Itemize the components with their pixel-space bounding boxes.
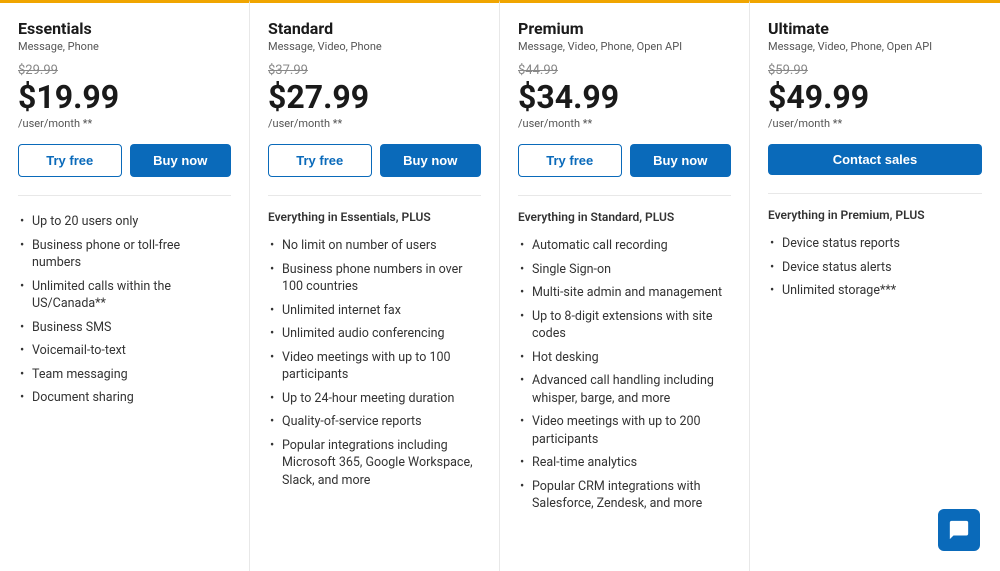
feature-list-ultimate: Device status reportsDevice status alert…: [768, 232, 982, 303]
list-item: Quality-of-service reports: [268, 410, 481, 434]
plan-name-standard: Standard: [268, 19, 481, 38]
button-row-essentials: Try freeBuy now: [18, 144, 231, 177]
plan-name-essentials: Essentials: [18, 19, 231, 38]
plan-tagline-premium: Message, Video, Phone, Open API: [518, 40, 731, 53]
plan-col-premium: Premium Message, Video, Phone, Open API $4…: [500, 0, 750, 571]
chat-widget[interactable]: [938, 509, 980, 551]
list-item: No limit on number of users: [268, 234, 481, 258]
try-free-button-essentials[interactable]: Try free: [18, 144, 122, 177]
list-item: Business phone numbers in over 100 count…: [268, 258, 481, 299]
plan-tagline-essentials: Message, Phone: [18, 40, 231, 53]
list-item: Voicemail-to-text: [18, 339, 231, 363]
plan-col-ultimate: Ultimate Message, Video, Phone, Open API $…: [750, 0, 1000, 571]
list-item: Single Sign-on: [518, 258, 731, 282]
current-price-premium: $34.99: [518, 80, 731, 115]
price-note-ultimate: /user/month **: [768, 117, 982, 130]
plus-label-premium: Everything in Standard, PLUS: [518, 210, 731, 224]
plan-col-standard: Standard Message, Video, Phone $37.99 $27.9…: [250, 0, 500, 571]
divider-essentials: [18, 195, 231, 196]
try-free-button-standard[interactable]: Try free: [268, 144, 372, 177]
button-row-premium: Try freeBuy now: [518, 144, 731, 177]
button-row-ultimate: Contact sales: [768, 144, 982, 175]
button-row-standard: Try freeBuy now: [268, 144, 481, 177]
list-item: Unlimited internet fax: [268, 299, 481, 323]
divider-ultimate: [768, 193, 982, 194]
list-item: Unlimited audio conferencing: [268, 322, 481, 346]
plus-label-ultimate: Everything in Premium, PLUS: [768, 208, 982, 222]
buy-now-button-premium[interactable]: Buy now: [630, 144, 732, 177]
current-price-essentials: $19.99: [18, 80, 231, 115]
list-item: Unlimited calls within the US/Canada**: [18, 275, 231, 316]
original-price-ultimate: $59.99: [768, 63, 982, 78]
list-item: Unlimited storage***: [768, 279, 982, 303]
plan-col-essentials: Essentials Message, Phone $29.99 $19.99/use…: [0, 0, 250, 571]
list-item: Business phone or toll-free numbers: [18, 234, 231, 275]
buy-now-button-essentials[interactable]: Buy now: [130, 144, 232, 177]
list-item: Team messaging: [18, 363, 231, 387]
list-item: Video meetings with up to 200 participan…: [518, 410, 731, 451]
try-free-button-premium[interactable]: Try free: [518, 144, 622, 177]
list-item: Popular integrations including Microsoft…: [268, 434, 481, 493]
list-item: Document sharing: [18, 386, 231, 410]
plan-name-ultimate: Ultimate: [768, 19, 982, 38]
list-item: Business SMS: [18, 316, 231, 340]
contact-sales-button-ultimate[interactable]: Contact sales: [768, 144, 982, 175]
chat-icon: [948, 519, 970, 541]
plan-tagline-standard: Message, Video, Phone: [268, 40, 481, 53]
current-price-standard: $27.99: [268, 80, 481, 115]
list-item: Up to 20 users only: [18, 210, 231, 234]
feature-list-standard: No limit on number of usersBusiness phon…: [268, 234, 481, 492]
plan-name-premium: Premium: [518, 19, 731, 38]
original-price-essentials: $29.99: [18, 63, 231, 78]
list-item: Up to 8-digit extensions with site codes: [518, 305, 731, 346]
list-item: Device status alerts: [768, 256, 982, 280]
list-item: Popular CRM integrations with Salesforce…: [518, 475, 731, 516]
price-note-essentials: /user/month **: [18, 117, 231, 130]
divider-standard: [268, 195, 481, 196]
divider-premium: [518, 195, 731, 196]
list-item: Multi-site admin and management: [518, 281, 731, 305]
plus-label-standard: Everything in Essentials, PLUS: [268, 210, 481, 224]
pricing-grid: Essentials Message, Phone $29.99 $19.99/use…: [0, 0, 1000, 571]
feature-list-premium: Automatic call recordingSingle Sign-onMu…: [518, 234, 731, 516]
original-price-premium: $44.99: [518, 63, 731, 78]
list-item: Automatic call recording: [518, 234, 731, 258]
plan-tagline-ultimate: Message, Video, Phone, Open API: [768, 40, 982, 53]
list-item: Advanced call handling including whisper…: [518, 369, 731, 410]
list-item: Hot desking: [518, 346, 731, 370]
list-item: Device status reports: [768, 232, 982, 256]
list-item: Up to 24-hour meeting duration: [268, 387, 481, 411]
current-price-ultimate: $49.99: [768, 80, 982, 115]
price-note-premium: /user/month **: [518, 117, 731, 130]
original-price-standard: $37.99: [268, 63, 481, 78]
list-item: Video meetings with up to 100 participan…: [268, 346, 481, 387]
feature-list-essentials: Up to 20 users onlyBusiness phone or tol…: [18, 210, 231, 410]
price-note-standard: /user/month **: [268, 117, 481, 130]
buy-now-button-standard[interactable]: Buy now: [380, 144, 482, 177]
list-item: Real-time analytics: [518, 451, 731, 475]
